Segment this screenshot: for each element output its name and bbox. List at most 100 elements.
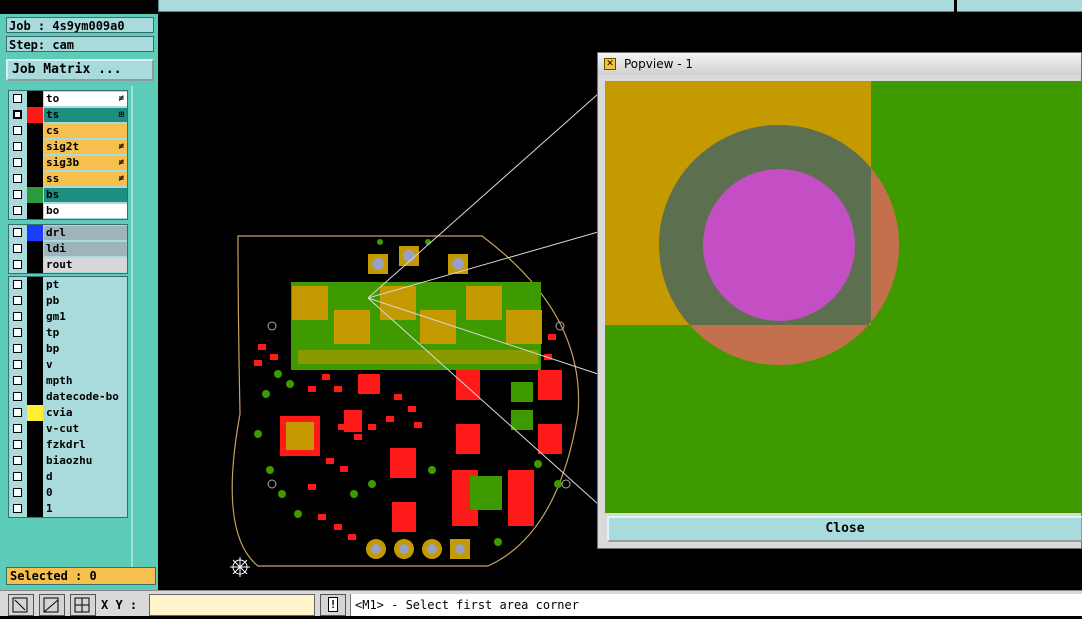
layer-row[interactable]: biaozhu <box>9 453 127 469</box>
layer-color-swatch[interactable] <box>27 171 43 187</box>
layer-row[interactable]: cs <box>9 123 127 139</box>
layer-name[interactable]: bs <box>44 188 127 202</box>
layer-row[interactable]: bs <box>9 187 127 203</box>
layer-checkbox[interactable] <box>13 328 22 337</box>
layer-row[interactable]: tp <box>9 325 127 341</box>
layer-color-swatch[interactable] <box>27 123 43 139</box>
layer-row[interactable]: bp <box>9 341 127 357</box>
layer-color-swatch[interactable] <box>27 501 43 517</box>
layer-name[interactable]: cvia <box>44 406 127 420</box>
layer-row[interactable]: drl <box>9 225 127 241</box>
layer-color-swatch[interactable] <box>27 241 43 257</box>
layer-row[interactable]: bo <box>9 203 127 219</box>
layer-row[interactable]: to ≠ <box>9 91 127 107</box>
layer-color-swatch[interactable] <box>27 91 43 107</box>
layer-color-swatch[interactable] <box>27 357 43 373</box>
layer-row[interactable]: fzkdrl <box>9 437 127 453</box>
layer-checkbox[interactable] <box>13 376 22 385</box>
layer-row[interactable]: ldi <box>9 241 127 257</box>
snap-grid-button[interactable] <box>70 594 96 616</box>
popview-titlebar[interactable]: ✕ Popview - 1 <box>598 53 1081 75</box>
layer-color-swatch[interactable] <box>27 373 43 389</box>
layer-name[interactable]: fzkdrl <box>44 438 127 452</box>
xy-input[interactable] <box>149 594 315 616</box>
layer-color-swatch[interactable] <box>27 293 43 309</box>
layer-checkbox[interactable] <box>13 392 22 401</box>
layer-checkbox[interactable] <box>13 260 22 269</box>
layer-checkbox[interactable] <box>13 488 22 497</box>
layer-name[interactable]: biaozhu <box>44 454 127 468</box>
layer-name[interactable]: pb <box>44 294 127 308</box>
layer-color-swatch[interactable] <box>27 325 43 341</box>
layer-row[interactable]: 1 <box>9 501 127 517</box>
layer-color-swatch[interactable] <box>27 309 43 325</box>
layer-name[interactable]: gm1 <box>44 310 127 324</box>
layer-color-swatch[interactable] <box>27 341 43 357</box>
layer-color-swatch[interactable] <box>27 485 43 501</box>
layer-checkbox[interactable] <box>13 206 22 215</box>
layer-checkbox[interactable] <box>13 408 22 417</box>
layer-checkbox[interactable] <box>13 142 22 151</box>
measure-button[interactable] <box>39 594 65 616</box>
layer-checkbox[interactable] <box>13 174 22 183</box>
layer-name[interactable]: mpth <box>44 374 127 388</box>
layer-row[interactable]: rout <box>9 257 127 273</box>
layer-name[interactable]: rout <box>44 258 127 272</box>
layer-color-swatch[interactable] <box>27 257 43 273</box>
layer-checkbox[interactable] <box>13 504 22 513</box>
layer-name[interactable]: v-cut <box>44 422 127 436</box>
layer-color-swatch[interactable] <box>27 421 43 437</box>
popview-close-button[interactable]: Close <box>607 516 1082 542</box>
layer-color-swatch[interactable] <box>27 405 43 421</box>
layer-name[interactable]: sig3b ≠ <box>44 156 127 170</box>
layer-name[interactable]: ldi <box>44 242 127 256</box>
layer-color-swatch[interactable] <box>27 389 43 405</box>
layer-name[interactable]: v <box>44 358 127 372</box>
layer-name[interactable]: drl <box>44 226 127 240</box>
layer-checkbox[interactable] <box>13 110 22 119</box>
layer-color-swatch[interactable] <box>27 155 43 171</box>
layer-color-swatch[interactable] <box>27 437 43 453</box>
layer-color-swatch[interactable] <box>27 187 43 203</box>
alert-button[interactable]: ! <box>320 594 346 616</box>
layer-name[interactable]: bo <box>44 204 127 218</box>
layer-checkbox[interactable] <box>13 126 22 135</box>
layer-row[interactable]: sig2t ≠ <box>9 139 127 155</box>
layer-row[interactable]: d <box>9 469 127 485</box>
layer-checkbox[interactable] <box>13 360 22 369</box>
layer-row[interactable]: 0 <box>9 485 127 501</box>
layer-row[interactable]: pb <box>9 293 127 309</box>
layer-name[interactable]: datecode-bo <box>44 390 127 404</box>
layer-checkbox[interactable] <box>13 312 22 321</box>
layer-color-swatch[interactable] <box>27 453 43 469</box>
layer-color-swatch[interactable] <box>27 203 43 219</box>
layer-row[interactable]: v-cut <box>9 421 127 437</box>
layer-checkbox[interactable] <box>13 190 22 199</box>
layer-name[interactable]: bp <box>44 342 127 356</box>
top-toolbar-field-right[interactable] <box>957 0 1082 12</box>
job-matrix-button[interactable]: Job Matrix ... <box>6 59 154 81</box>
layer-name[interactable]: to ≠ <box>44 92 127 106</box>
layer-row[interactable]: cvia <box>9 405 127 421</box>
layer-color-swatch[interactable] <box>27 139 43 155</box>
layer-name[interactable]: tp <box>44 326 127 340</box>
layer-row[interactable]: pt <box>9 277 127 293</box>
layer-name[interactable]: sig2t ≠ <box>44 140 127 154</box>
layer-name[interactable]: cs <box>44 124 127 138</box>
layer-checkbox[interactable] <box>13 456 22 465</box>
top-toolbar-field[interactable] <box>158 0 954 12</box>
layer-name[interactable]: ts ⊞ <box>44 108 127 122</box>
layer-checkbox[interactable] <box>13 94 22 103</box>
layer-panel-scrollbar[interactable] <box>131 86 157 578</box>
layer-row[interactable]: mpth <box>9 373 127 389</box>
layer-checkbox[interactable] <box>13 228 22 237</box>
layer-name[interactable]: pt <box>44 278 127 292</box>
layer-row[interactable]: v <box>9 357 127 373</box>
layer-checkbox[interactable] <box>13 296 22 305</box>
layer-name[interactable]: 1 <box>44 502 127 516</box>
layer-row[interactable]: ts ⊞ <box>9 107 127 123</box>
layer-checkbox[interactable] <box>13 424 22 433</box>
layer-name[interactable]: ss ≠ <box>44 172 127 186</box>
layer-color-swatch[interactable] <box>27 225 43 241</box>
layer-checkbox[interactable] <box>13 344 22 353</box>
